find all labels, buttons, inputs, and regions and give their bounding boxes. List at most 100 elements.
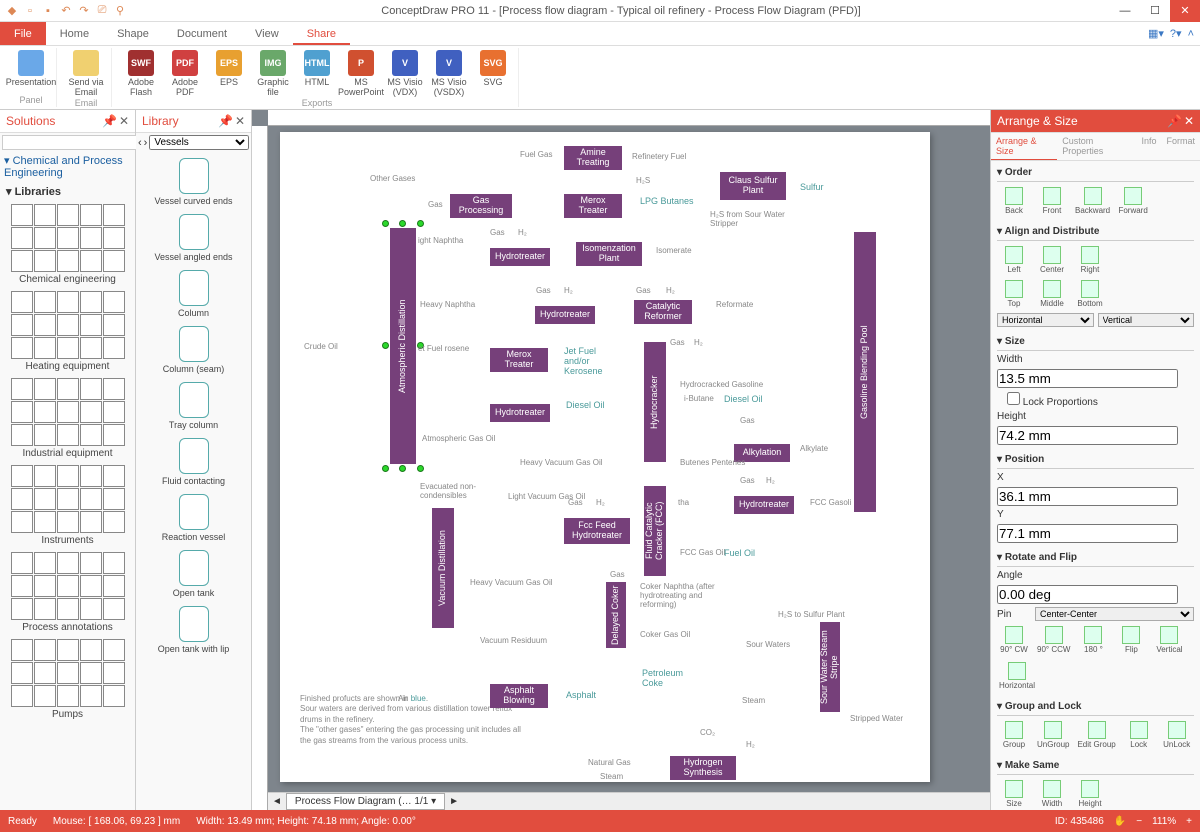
ribbon-ms-visio-vsdx-[interactable]: VMS Visio (VSDX) <box>430 50 468 98</box>
ribbon-adobe-flash[interactable]: SWFAdobe Flash <box>122 50 160 98</box>
category-pumps[interactable]: Pumps <box>0 637 135 724</box>
process-box[interactable]: Hydrotreater <box>734 496 794 514</box>
group-unlock[interactable]: UnLock <box>1160 719 1194 751</box>
close-icon[interactable]: ✕ <box>119 114 129 128</box>
rotate-180-[interactable]: 180 ° <box>1076 624 1110 656</box>
process-box-vertical[interactable]: Vacuum Distillation <box>432 508 454 628</box>
ribbon-adobe-pdf[interactable]: PDFAdobe PDF <box>166 50 204 98</box>
process-box[interactable]: Merox Treater <box>564 194 622 218</box>
pin-icon[interactable]: 📌 <box>1167 114 1182 128</box>
nav-fwd-icon[interactable]: › <box>144 137 148 149</box>
ribbon-eps[interactable]: EPSEPS <box>210 50 248 98</box>
category-instruments[interactable]: Instruments <box>0 463 135 550</box>
help-icon[interactable]: ?▾ <box>1170 27 1182 40</box>
align-bottom[interactable]: Bottom <box>1073 278 1107 310</box>
order-forward[interactable]: Forward <box>1116 185 1150 217</box>
search-icon[interactable]: ⚲ <box>112 3 128 19</box>
tab-nav-fwd[interactable]: ► <box>445 796 463 807</box>
solution-section[interactable]: ▾ Chemical and Process Engineering <box>0 152 135 181</box>
redo-icon[interactable]: ↷ <box>76 3 92 19</box>
group-group[interactable]: Group <box>997 719 1031 751</box>
pin-select[interactable]: Center-Center <box>1035 607 1194 621</box>
pin-icon[interactable]: 📌 <box>102 114 117 128</box>
category-chemical-engineering[interactable]: Chemical engineering <box>0 202 135 289</box>
align-right[interactable]: Right <box>1073 244 1107 276</box>
same-height[interactable]: Height <box>1073 778 1107 810</box>
ribbon-send-via-email[interactable]: Send via Email <box>67 50 105 98</box>
tab-format[interactable]: Format <box>1161 133 1200 160</box>
process-box-vertical[interactable]: Hydrocracker <box>644 342 666 462</box>
menu-document[interactable]: Document <box>163 22 241 45</box>
ribbon-html[interactable]: HTMLHTML <box>298 50 336 98</box>
align-middle[interactable]: Middle <box>1035 278 1069 310</box>
open-icon[interactable]: ⎚ <box>94 3 110 19</box>
menu-share[interactable]: Share <box>293 22 350 45</box>
shape-reaction-vessel[interactable]: Reaction vessel <box>138 490 249 546</box>
libraries-header[interactable]: ▾ Libraries <box>0 181 135 202</box>
same-width[interactable]: Width <box>1035 778 1069 810</box>
shape-vessel-curved-ends[interactable]: Vessel curved ends <box>138 154 249 210</box>
order-back[interactable]: Back <box>997 185 1031 217</box>
process-box[interactable]: Amine Treating <box>564 146 622 170</box>
process-box-vertical[interactable]: Sour Water Steam Stripe <box>820 622 840 712</box>
rotate-90-cw[interactable]: 90° CW <box>997 624 1031 656</box>
category-industrial-equipment[interactable]: Industrial equipment <box>0 376 135 463</box>
process-box-vertical[interactable]: Gasoline Blending Pool <box>854 232 876 512</box>
distribute-v[interactable]: Vertical <box>1098 313 1195 327</box>
group-ungroup[interactable]: UnGroup <box>1035 719 1071 751</box>
rotate-horizontal[interactable]: Horizontal <box>997 660 1037 692</box>
process-box[interactable]: Gas Processing <box>450 194 512 218</box>
same-size[interactable]: Size <box>997 778 1031 810</box>
group-lock[interactable]: Lock <box>1122 719 1156 751</box>
category-process-annotations[interactable]: Process annotations <box>0 550 135 637</box>
zoom-value[interactable]: 111% <box>1152 816 1176 827</box>
order-front[interactable]: Front <box>1035 185 1069 217</box>
process-box[interactable]: Claus Sulfur Plant <box>720 172 786 200</box>
process-box[interactable]: Isomenzation Plant <box>576 242 642 266</box>
width-input[interactable] <box>997 369 1178 388</box>
shape-open-tank-with-lip[interactable]: Open tank with lip <box>138 602 249 658</box>
angle-input[interactable] <box>997 585 1178 604</box>
collapse-ribbon-icon[interactable]: ˄ <box>1188 28 1194 40</box>
rotate-90-ccw[interactable]: 90° CCW <box>1035 624 1072 656</box>
height-input[interactable] <box>997 426 1178 445</box>
process-box-vertical[interactable]: Delayed Coker <box>606 582 626 648</box>
process-box[interactable]: Hydrotreater <box>535 306 595 324</box>
close-icon[interactable]: ✕ <box>235 114 245 128</box>
solutions-search[interactable] <box>2 135 137 150</box>
process-box[interactable]: Hydrogen Synthesis <box>670 756 736 780</box>
canvas[interactable]: Finished profucts are shown in blue.Sour… <box>252 110 990 810</box>
category-heating-equipment[interactable]: Heating equipment <box>0 289 135 376</box>
new-icon[interactable]: ▫ <box>22 3 38 19</box>
menu-shape[interactable]: Shape <box>103 22 163 45</box>
zoom-out-icon[interactable]: − <box>1136 816 1142 827</box>
menu-home[interactable]: Home <box>46 22 103 45</box>
align-center[interactable]: Center <box>1035 244 1069 276</box>
process-box[interactable]: Fcc Feed Hydrotreater <box>564 518 630 544</box>
x-input[interactable] <box>997 487 1178 506</box>
ribbon-svg[interactable]: SVGSVG <box>474 50 512 98</box>
pan-icon[interactable]: ✋ <box>1114 816 1126 827</box>
process-box-vertical[interactable]: Atmospheric Distillation <box>390 228 416 464</box>
close-button[interactable]: ✕ <box>1170 0 1200 22</box>
rotate-flip[interactable]: Flip <box>1114 624 1148 656</box>
menu-view[interactable]: View <box>241 22 293 45</box>
process-box[interactable]: Asphalt Blowing <box>490 684 548 708</box>
shape-tray-column[interactable]: Tray column <box>138 378 249 434</box>
group-edit-group[interactable]: Edit Group <box>1075 719 1117 751</box>
align-left[interactable]: Left <box>997 244 1031 276</box>
process-box[interactable]: Catalytic Reformer <box>634 300 692 324</box>
ribbon-ms-visio-vdx-[interactable]: VMS Visio (VDX) <box>386 50 424 98</box>
nav-back-icon[interactable]: ‹ <box>138 137 142 149</box>
distribute-h[interactable]: Horizontal <box>997 313 1094 327</box>
ribbon-presentation[interactable]: Presentation <box>12 50 50 88</box>
tab-info[interactable]: Info <box>1136 133 1161 160</box>
page-tab[interactable]: Process Flow Diagram (… 1/1 ▾ <box>286 793 445 810</box>
ribbon-graphic-file[interactable]: IMGGraphic file <box>254 50 292 98</box>
process-box[interactable]: Merox Treater <box>490 348 548 372</box>
align-top[interactable]: Top <box>997 278 1031 310</box>
minimize-button[interactable]: — <box>1110 0 1140 22</box>
drawing-page[interactable]: Finished profucts are shown in blue.Sour… <box>280 132 930 782</box>
tab-custom-props[interactable]: Custom Properties <box>1057 133 1136 160</box>
shape-column-seam-[interactable]: Column (seam) <box>138 322 249 378</box>
